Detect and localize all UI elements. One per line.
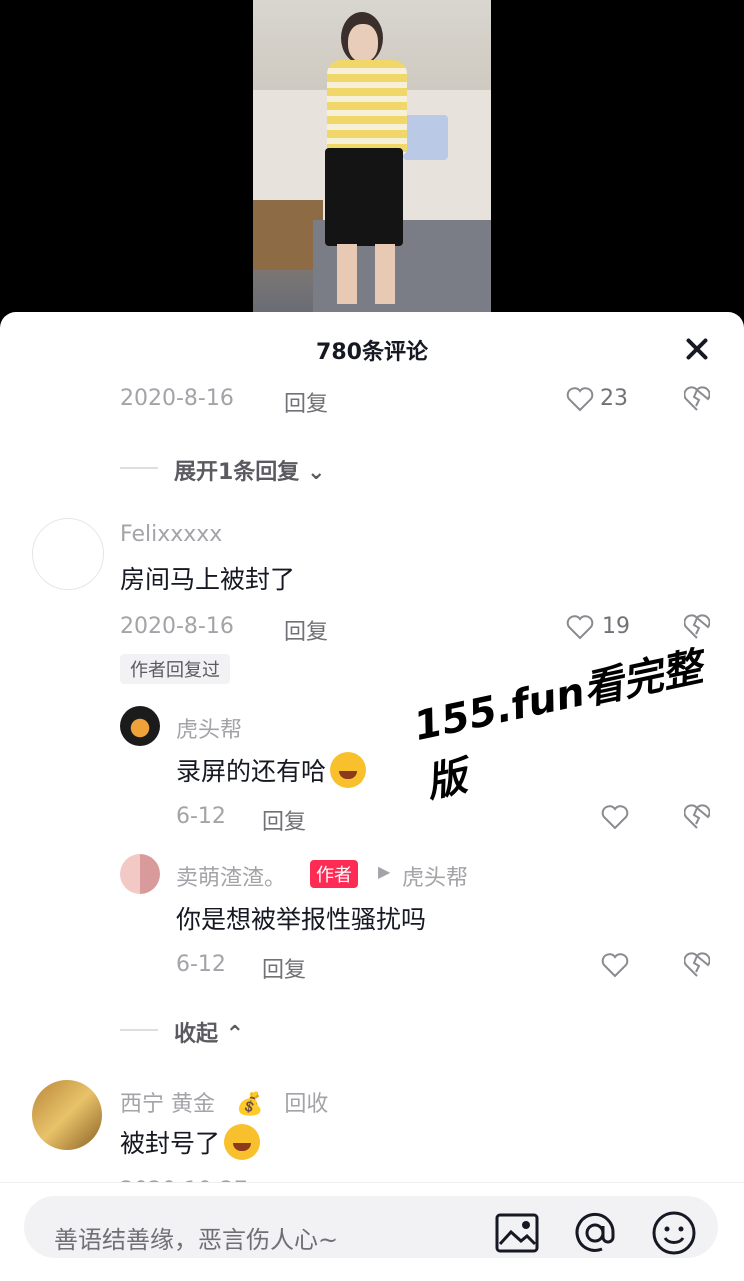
close-icon[interactable] <box>684 336 710 362</box>
reply-author[interactable]: 卖萌渣渣。 <box>176 860 286 892</box>
heart-icon[interactable] <box>566 614 594 640</box>
comment-text: 房间马上被封了 <box>120 565 296 594</box>
image-icon[interactable] <box>494 1210 540 1256</box>
avatar[interactable] <box>120 706 160 746</box>
video-preview[interactable] <box>253 0 491 312</box>
like-count: 19 <box>602 614 630 639</box>
video-person-face <box>348 24 378 62</box>
comment-author[interactable]: Felixxxxx <box>120 522 222 547</box>
reply-button[interactable]: 回复 <box>284 386 328 418</box>
comment-input-placeholder: 善语结善缘，恶言伤人心~ <box>54 1226 339 1254</box>
reply-author[interactable]: 虎头帮 <box>176 712 242 744</box>
chevron-up-icon: ⌃ <box>218 1022 245 1047</box>
comment-author-name: 西宁 黄金 <box>120 1092 215 1117</box>
comment-count-title: 780条评论 <box>316 340 428 365</box>
emoji-icon[interactable] <box>651 1210 697 1256</box>
reply-button[interactable]: 回复 <box>262 952 306 984</box>
dislike-icon[interactable] <box>684 804 710 830</box>
dislike-icon[interactable] <box>684 386 710 412</box>
money-bag-icon: 💰 <box>236 1092 264 1117</box>
reply-date: 6-12 <box>176 952 226 977</box>
collapse-label: 收起 <box>174 1022 219 1047</box>
reply-button[interactable]: 回复 <box>262 804 306 836</box>
laughing-emoji-icon <box>224 1124 261 1160</box>
comment-text-content: 被封号了 <box>120 1129 221 1158</box>
author-badge: 作者 <box>310 860 358 888</box>
expand-replies-button[interactable]: 展开1条回复 ⌄ <box>174 454 325 486</box>
comment-author-suffix: 回收 <box>284 1092 329 1117</box>
avatar[interactable] <box>120 854 160 894</box>
video-person-shirt <box>327 60 407 155</box>
reply-text-content: 录屏的还有哈 <box>176 757 327 786</box>
video-poster <box>403 115 448 160</box>
video-person-leg <box>337 244 357 304</box>
comment-text: 被封号了 <box>120 1124 261 1160</box>
collapse-replies-button[interactable]: 收起 ⌃ <box>174 1016 244 1048</box>
reply-button[interactable]: 回复 <box>284 614 328 646</box>
like-count: 23 <box>600 386 628 411</box>
chevron-down-icon: ⌄ <box>299 460 326 485</box>
reply-to-name[interactable]: 虎头帮 <box>402 860 468 892</box>
comment-date: 2020-8-16 <box>120 386 234 411</box>
heart-icon[interactable] <box>566 386 594 412</box>
video-person-shorts <box>325 148 403 246</box>
reply-date: 6-12 <box>176 804 226 829</box>
author-replied-badge: 作者回复过 <box>120 654 230 684</box>
divider-line <box>120 1029 158 1031</box>
comment-author[interactable]: 西宁 黄金 💰 回收 <box>120 1086 328 1118</box>
reply-arrow-icon: ▶ <box>378 862 391 881</box>
watermark-text: 155.fun看完整版 <box>410 644 707 807</box>
mention-icon[interactable] <box>572 1210 618 1256</box>
video-person-leg <box>375 244 395 304</box>
expand-replies-label: 展开1条回复 <box>174 460 300 485</box>
divider-line <box>120 467 158 469</box>
avatar[interactable] <box>32 1080 102 1150</box>
reply-text: 录屏的还有哈 <box>176 752 367 788</box>
reply-text: 你是想被举报性骚扰吗 <box>176 905 427 934</box>
laughing-emoji-icon <box>330 752 367 788</box>
comment-date: 2020-8-16 <box>120 614 234 639</box>
heart-icon[interactable] <box>601 952 629 978</box>
heart-icon[interactable] <box>601 804 629 830</box>
comment-sheet: 780条评论 2020-8-16 回复 23 展开1条回复 ⌄ Felixxxx… <box>0 312 744 1280</box>
dislike-icon[interactable] <box>684 952 710 978</box>
avatar[interactable] <box>32 518 104 590</box>
